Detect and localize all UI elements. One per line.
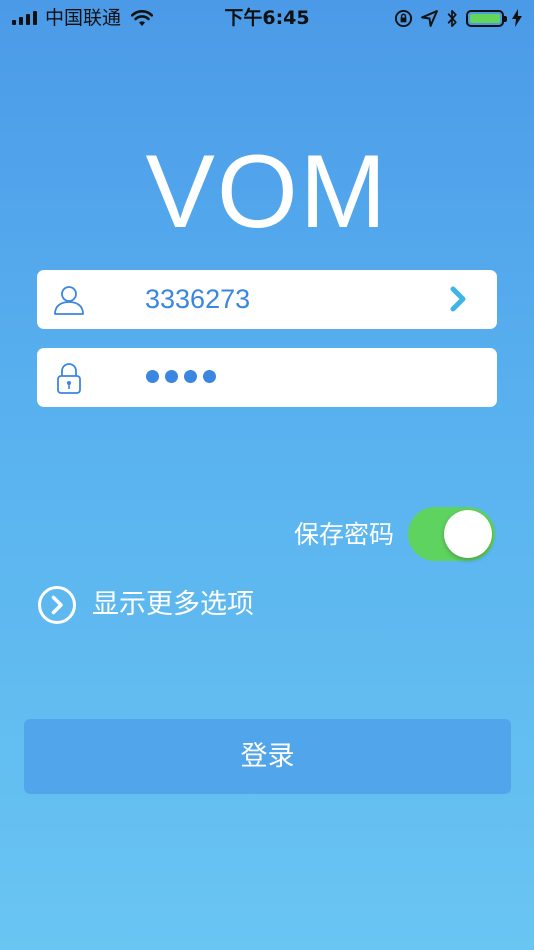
orientation-lock-icon [394, 9, 413, 27]
location-icon [421, 9, 438, 27]
app-title: VOM [145, 134, 389, 250]
battery-icon [466, 9, 507, 27]
save-password-label: 保存密码 [293, 520, 394, 549]
lock-icon [57, 363, 81, 394]
more-options-label: 显示更多选项 [92, 589, 254, 620]
save-password-toggle[interactable] [408, 507, 495, 561]
username-input[interactable]: 3336273 [145, 270, 250, 329]
password-dot [146, 370, 159, 383]
login-button[interactable]: 登录 [24, 719, 511, 794]
password-dot [184, 370, 197, 383]
password-dot [203, 370, 216, 383]
password-field[interactable] [37, 348, 497, 407]
chevron-right-icon[interactable] [443, 284, 473, 314]
bluetooth-icon [447, 9, 457, 27]
status-bar-right [394, 6, 522, 30]
password-dot [165, 370, 178, 383]
toggle-knob [444, 510, 492, 558]
status-bar: 中国联通 下午6:45 [0, 0, 534, 36]
more-options-link[interactable]: 显示更多选项 [37, 584, 254, 626]
password-input[interactable] [146, 370, 216, 383]
battery-fill [470, 13, 500, 23]
circle-chevron-right-icon [38, 586, 76, 624]
username-field[interactable]: 3336273 [37, 270, 497, 329]
charging-icon [512, 9, 522, 27]
user-icon [54, 286, 84, 315]
